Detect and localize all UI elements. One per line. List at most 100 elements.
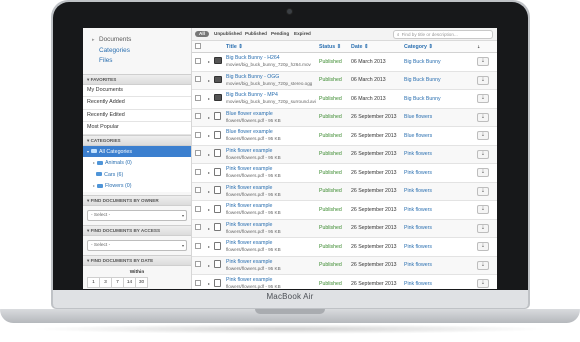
row-checkbox[interactable]: [195, 261, 201, 268]
filter-expired[interactable]: Expired: [294, 31, 311, 37]
access-filter-header[interactable]: ▾ FIND DOCUMENTS BY ACCESS: [83, 224, 191, 236]
col-category[interactable]: Category ⇕: [404, 41, 477, 53]
document-title-link[interactable]: Pink flower example: [226, 185, 319, 192]
category-link[interactable]: Big Buck Bunny: [404, 89, 477, 109]
download-button[interactable]: ⇣: [477, 75, 489, 85]
row-checkbox[interactable]: [195, 224, 201, 231]
tree-item-flowers[interactable]: ▸ Flowers (0): [83, 180, 191, 192]
favorite-recently-edited[interactable]: Recently Edited: [83, 109, 191, 122]
document-title-link[interactable]: Pink flower example: [226, 148, 319, 155]
download-button[interactable]: ⇣: [477, 242, 489, 252]
table-row[interactable]: ▸ Pink flower example flowers/flowers.pdf …: [192, 163, 497, 183]
document-title-link[interactable]: Pink flower example: [226, 166, 319, 173]
download-button[interactable]: ⇣: [477, 149, 489, 159]
expand-row-icon[interactable]: ▸: [208, 170, 210, 175]
document-title-link[interactable]: Pink flower example: [226, 203, 319, 210]
table-row[interactable]: ▸ Blue flower example flowers/flowers.pdf …: [192, 108, 497, 127]
favorite-my-documents[interactable]: My Documents: [83, 84, 191, 97]
expand-row-icon[interactable]: ▸: [208, 78, 210, 83]
search-input[interactable]: ⌕ Find by title or description...: [393, 30, 493, 39]
expand-row-icon[interactable]: ▸: [208, 244, 210, 249]
category-link[interactable]: Blue flowers: [404, 126, 477, 146]
row-checkbox[interactable]: [195, 57, 201, 64]
document-title-link[interactable]: Blue flower example: [226, 129, 319, 136]
document-title-link[interactable]: Pink flower example: [226, 222, 319, 229]
col-title[interactable]: Title ⇕: [226, 41, 319, 53]
table-row[interactable]: ▸ Pink flower example flowers/flowers.pdf …: [192, 219, 497, 238]
tree-item-animals[interactable]: ▸ Animals (0): [83, 157, 191, 169]
expand-row-icon[interactable]: ▸: [208, 59, 210, 64]
favorite-recently-added[interactable]: Recently Added: [83, 97, 191, 110]
category-link[interactable]: Pink flowers: [404, 256, 477, 275]
table-row[interactable]: ▸ Pink flower example flowers/flowers.pdf …: [192, 237, 497, 257]
nav-categories[interactable]: Categories: [92, 46, 191, 57]
category-link[interactable]: Blue flowers: [404, 108, 477, 127]
table-row[interactable]: ▸ Pink flower example flowers/flowers.pdf …: [192, 182, 497, 201]
access-select[interactable]: - Select - ▾: [87, 239, 187, 251]
expand-row-icon[interactable]: ▸: [208, 281, 210, 286]
col-date[interactable]: Date ⇕: [351, 41, 404, 53]
filter-all[interactable]: All: [195, 31, 209, 37]
owner-select[interactable]: - Select - ▾: [87, 209, 187, 221]
download-button[interactable]: ⇣: [477, 168, 489, 178]
row-checkbox[interactable]: [195, 205, 201, 212]
row-checkbox[interactable]: [195, 150, 201, 157]
categories-header[interactable]: ▾ CATEGORIES: [83, 134, 191, 146]
expand-row-icon[interactable]: ▸: [208, 152, 210, 157]
select-all-checkbox[interactable]: [195, 42, 201, 49]
table-row[interactable]: ▸ Pink flower example flowers/flowers.pdf …: [192, 274, 497, 289]
table-row[interactable]: ▸ Big Buck Bunny - OGG movies/big_buck_bun…: [192, 71, 497, 90]
col-status[interactable]: Status ⇕: [319, 41, 351, 53]
category-link[interactable]: Pink flowers: [404, 182, 477, 201]
table-row[interactable]: ▸ Big Buck Bunny - MP4 movies/big_buck_bun…: [192, 89, 497, 109]
category-link[interactable]: Big Buck Bunny: [404, 52, 477, 72]
date-filter-header[interactable]: ▾ FIND DOCUMENTS BY DATE: [83, 254, 191, 266]
row-checkbox[interactable]: [195, 76, 201, 83]
favorites-header[interactable]: ▾ FAVORITES: [83, 73, 191, 85]
download-button[interactable]: ⇣: [477, 112, 489, 122]
row-checkbox[interactable]: [195, 131, 201, 138]
row-checkbox[interactable]: [195, 279, 201, 286]
download-button[interactable]: ⇣: [477, 223, 489, 233]
document-title-link[interactable]: Big Buck Bunny - OGG: [226, 74, 319, 81]
document-title-link[interactable]: Big Buck Bunny - MP4: [226, 92, 319, 99]
expand-row-icon[interactable]: ▸: [208, 226, 210, 231]
owner-filter-header[interactable]: ▾ FIND DOCUMENTS BY OWNER: [83, 194, 191, 206]
download-button[interactable]: ⇣: [477, 131, 489, 141]
expand-row-icon[interactable]: ▸: [208, 189, 210, 194]
download-button[interactable]: ⇣: [477, 205, 489, 215]
tree-item-cars[interactable]: Cars (6): [83, 169, 191, 181]
table-row[interactable]: ▸ Blue flower example flowers/flowers.pdf …: [192, 126, 497, 146]
nav-files[interactable]: Files: [92, 56, 191, 67]
category-link[interactable]: Pink flowers: [404, 145, 477, 164]
tree-item-all-categories[interactable]: ▾ All Categories: [83, 145, 191, 157]
document-title-link[interactable]: Pink flower example: [226, 277, 319, 284]
download-button[interactable]: ⇣: [477, 279, 489, 289]
row-checkbox[interactable]: [195, 168, 201, 175]
row-checkbox[interactable]: [195, 94, 201, 101]
category-link[interactable]: Pink flowers: [404, 200, 477, 220]
table-row[interactable]: ▸ Pink flower example flowers/flowers.pdf …: [192, 256, 497, 275]
table-row[interactable]: ▸ Big Buck Bunny - H264 movies/big_buck_bu…: [192, 52, 497, 72]
category-link[interactable]: Pink flowers: [404, 163, 477, 183]
expand-row-icon[interactable]: ▸: [208, 96, 210, 101]
filter-published[interactable]: Published: [245, 31, 267, 37]
category-link[interactable]: Pink flowers: [404, 237, 477, 257]
download-button[interactable]: ⇣: [477, 57, 489, 67]
table-row[interactable]: ▸ Pink flower example flowers/flowers.pdf …: [192, 145, 497, 164]
table-row[interactable]: ▸ Pink flower example flowers/flowers.pdf …: [192, 200, 497, 220]
document-title-link[interactable]: Big Buck Bunny - H264: [226, 55, 319, 62]
expand-row-icon[interactable]: ▸: [208, 263, 210, 268]
expand-row-icon[interactable]: ▸: [208, 133, 210, 138]
document-title-link[interactable]: Pink flower example: [226, 240, 319, 247]
category-link[interactable]: Big Buck Bunny: [404, 71, 477, 90]
day-option[interactable]: 30: [135, 276, 148, 288]
favorite-most-popular[interactable]: Most Popular: [83, 122, 191, 135]
document-title-link[interactable]: Pink flower example: [226, 259, 319, 266]
document-title-link[interactable]: Blue flower example: [226, 111, 319, 118]
download-button[interactable]: ⇣: [477, 94, 489, 104]
row-checkbox[interactable]: [195, 113, 201, 120]
row-checkbox[interactable]: [195, 242, 201, 249]
nav-documents[interactable]: ▸ Documents: [92, 35, 191, 46]
row-checkbox[interactable]: [195, 187, 201, 194]
